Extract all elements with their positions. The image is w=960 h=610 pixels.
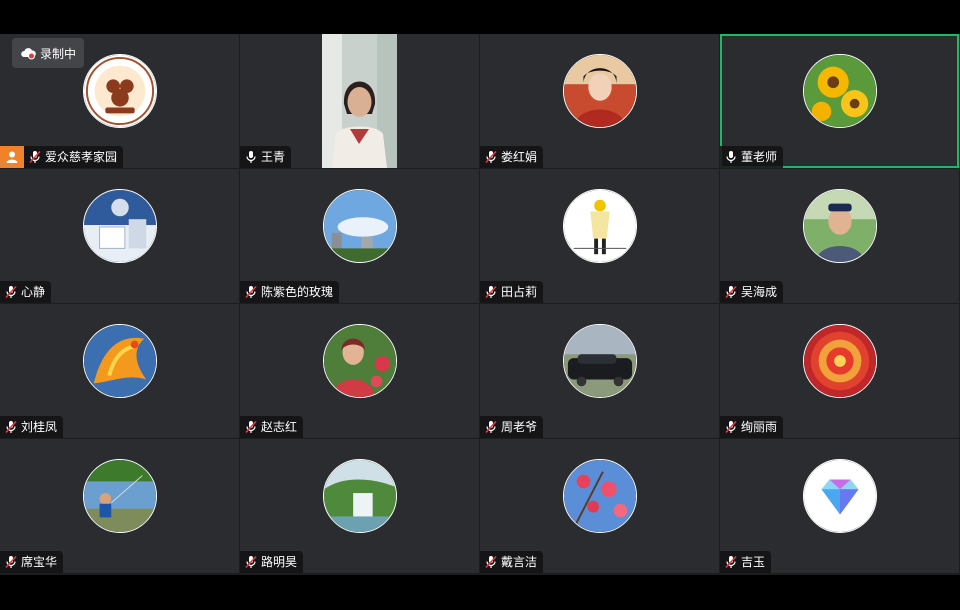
name-tag: 心静 xyxy=(0,281,52,303)
name-tag: 娄红娟 xyxy=(480,146,544,168)
mic-muted-icon xyxy=(245,285,257,299)
avatar xyxy=(802,189,877,263)
avatar xyxy=(82,189,157,263)
avatar xyxy=(82,324,157,398)
mic-muted-icon xyxy=(725,555,737,569)
mic-muted-icon xyxy=(485,555,497,569)
participant-tile[interactable]: 戴言洁 xyxy=(480,439,719,573)
mic-muted-icon xyxy=(245,555,257,569)
avatar xyxy=(562,324,637,398)
name-tag: 田占莉 xyxy=(480,281,544,303)
participant-name: 董老师 xyxy=(741,150,778,164)
participant-name: 刘桂凤 xyxy=(21,420,58,434)
name-tag: 绚丽雨 xyxy=(720,416,784,438)
mic-muted-icon xyxy=(5,420,17,434)
name-tag: 吴海成 xyxy=(720,281,784,303)
video-feed xyxy=(322,34,397,168)
avatar xyxy=(802,459,877,533)
avatar xyxy=(562,459,637,533)
avatar xyxy=(562,54,637,128)
participant-name: 路明昊 xyxy=(261,555,298,569)
name-tag: 周老爷 xyxy=(480,416,544,438)
name-tag: 路明昊 xyxy=(240,551,304,573)
avatar xyxy=(802,54,877,128)
participant-tile[interactable]: 周老爷 xyxy=(480,304,719,438)
recording-indicator[interactable]: 录制中 xyxy=(12,38,85,68)
participant-name: 绚丽雨 xyxy=(741,420,778,434)
participant-name: 赵志红 xyxy=(261,420,298,434)
participant-name: 王青 xyxy=(261,150,286,164)
participant-tile[interactable]: 刘桂凤 xyxy=(0,304,239,438)
avatar xyxy=(802,324,877,398)
name-tag: 王青 xyxy=(240,146,292,168)
participant-name: 陈紫色的玫瑰 xyxy=(261,285,334,299)
avatar xyxy=(322,459,397,533)
mic-muted-icon xyxy=(725,285,737,299)
participant-name: 席宝华 xyxy=(21,555,58,569)
avatar xyxy=(322,189,397,263)
name-tag: 刘桂凤 xyxy=(0,416,64,438)
participant-tile[interactable]: 陈紫色的玫瑰 xyxy=(240,169,479,303)
participant-name: 田占莉 xyxy=(501,285,538,299)
participant-tile[interactable]: 路明昊 xyxy=(240,439,479,573)
participant-tile[interactable]: 娄红娟 xyxy=(480,34,719,168)
mic-muted-icon xyxy=(5,555,17,569)
participant-name: 娄红娟 xyxy=(501,150,538,164)
avatar xyxy=(322,324,397,398)
mic-muted-icon xyxy=(485,420,497,434)
mic-muted-icon xyxy=(725,420,737,434)
name-tag: 席宝华 xyxy=(0,551,64,573)
participant-tile[interactable]: 绚丽雨 xyxy=(720,304,959,438)
participant-tile[interactable]: 赵志红 xyxy=(240,304,479,438)
name-tag: 戴言洁 xyxy=(480,551,544,573)
name-tag: 陈紫色的玫瑰 xyxy=(240,281,340,303)
participant-tile[interactable]: 心静 xyxy=(0,169,239,303)
mic-muted-icon xyxy=(5,285,17,299)
participant-tile[interactable]: 席宝华 xyxy=(0,439,239,573)
avatar xyxy=(82,459,157,533)
avatar xyxy=(562,189,637,263)
participant-name: 吴海成 xyxy=(741,285,778,299)
mic-muted-icon xyxy=(485,150,497,164)
recording-label: 录制中 xyxy=(40,46,77,61)
mic-muted-icon xyxy=(29,150,41,164)
participant-name: 心静 xyxy=(21,285,46,299)
mic-on-icon xyxy=(726,151,736,163)
mic-muted-icon xyxy=(485,285,497,299)
host-badge xyxy=(0,146,24,168)
participant-grid: 爱众慈孝家园 王青 娄红娟 董老师 心静 陈紫色的玫瑰 田占莉 吴海成 刘桂凤 … xyxy=(0,34,960,575)
name-tag: 爱众慈孝家园 xyxy=(24,146,124,168)
name-tag: 吉玉 xyxy=(720,551,772,573)
participant-name: 戴言洁 xyxy=(501,555,538,569)
participant-tile[interactable]: 吴海成 xyxy=(720,169,959,303)
cloud-record-icon xyxy=(21,48,36,60)
avatar xyxy=(82,54,157,128)
mic-muted-icon xyxy=(245,420,257,434)
participant-tile-active-speaker[interactable]: 董老师 xyxy=(720,34,959,168)
participant-name: 吉玉 xyxy=(741,555,766,569)
name-tag: 董老师 xyxy=(720,146,784,168)
participant-tile[interactable]: 王青 xyxy=(240,34,479,168)
participant-tile[interactable]: 吉玉 xyxy=(720,439,959,573)
person-icon xyxy=(6,151,18,163)
participant-tile[interactable]: 田占莉 xyxy=(480,169,719,303)
mic-on-icon xyxy=(246,151,256,163)
participant-name: 周老爷 xyxy=(501,420,538,434)
name-tag: 赵志红 xyxy=(240,416,304,438)
participant-name: 爱众慈孝家园 xyxy=(45,150,118,164)
